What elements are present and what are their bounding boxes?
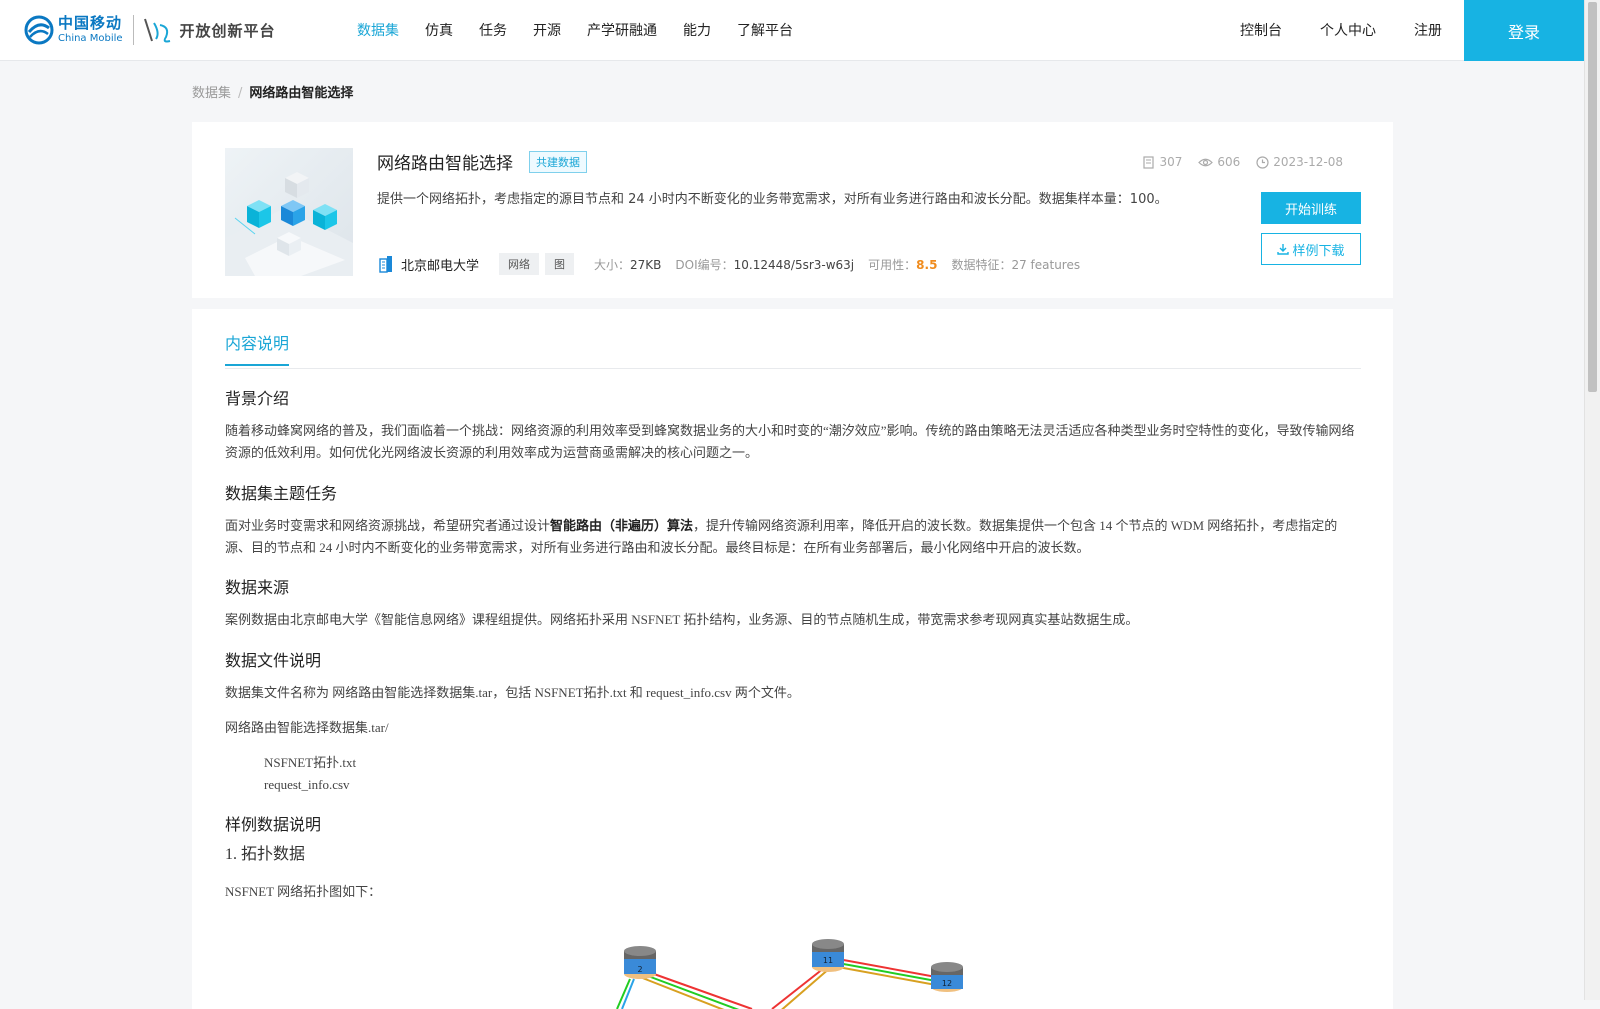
dataset-stats: 307 606 2023-12-08 <box>1127 155 1343 169</box>
top-header: 中国移动 China Mobile 开放创新平台 数据集 仿真 任务 开源 产学… <box>0 0 1584 61</box>
brand-cn: 中国移动 <box>58 14 123 32</box>
dataset-description: 提供一个网络拓扑，考虑指定的源目节点和 24 小时内不断变化的业务带宽需求，对所… <box>377 192 1168 207</box>
dataset-info-row: 北京邮电大学 网络 图 大小：27KB DOI编号：10.12448/5sr3-… <box>377 253 1080 275</box>
scrollbar-thumb[interactable] <box>1588 2 1597 392</box>
nav-about[interactable]: 了解平台 <box>737 20 793 40</box>
site-logo[interactable]: 中国移动 China Mobile 开放创新平台 <box>24 13 276 47</box>
sample-download-button[interactable]: 样例下载 <box>1261 233 1361 265</box>
features-info: 数据特征：27 features <box>951 256 1080 273</box>
section-heading-files: 数据文件说明 <box>225 651 322 670</box>
clock-icon <box>1256 155 1269 169</box>
tag-chip-network[interactable]: 网络 <box>499 253 540 275</box>
doi-label: DOI编号： <box>675 257 734 272</box>
nav-tasks[interactable]: 任务 <box>479 20 507 40</box>
nav-industry[interactable]: 产学研融通 <box>587 20 657 40</box>
link-lines <box>616 956 948 1009</box>
breadcrumb-current: 网络路由智能选择 <box>249 86 354 101</box>
logo-divider <box>132 15 134 45</box>
china-mobile-logo-icon <box>24 15 54 45</box>
paragraph-files: 数据集文件名称为 网络路由智能选择数据集.tar，包括 NSFNET拓扑.txt… <box>225 685 800 700</box>
content-tabbar: 内容说明 <box>225 309 1361 369</box>
content-panel: 内容说明 背景介绍 随着移动蜂窝网络的普及，我们面临着一个挑战：网络资源的利用效… <box>192 309 1393 1009</box>
usability-info: 可用性：8.5 <box>868 256 937 273</box>
organization[interactable]: 北京邮电大学 <box>377 255 479 274</box>
breadcrumb: 数据集 / 网络路由智能选择 <box>192 82 353 101</box>
update-date: 2023-12-08 <box>1273 155 1343 169</box>
date-stat: 2023-12-08 <box>1256 155 1343 169</box>
organization-name: 北京邮电大学 <box>401 258 480 274</box>
start-training-button[interactable]: 开始训练 <box>1261 192 1361 224</box>
paragraph-background: 随着移动蜂窝网络的普及，我们面临着一个挑战：网络资源的利用效率受到蜂窝数据业务的… <box>225 423 1355 460</box>
paragraph-task: 面对业务时变需求和网络资源挑战，希望研究者通过设计智能路由（非遍历）算法，提升传… <box>225 515 1361 559</box>
node-label-12: 12 <box>942 979 952 988</box>
size-info: 大小：27KB <box>594 256 661 273</box>
paragraph-task-bold: 智能路由（非遍历）算法 <box>550 518 694 533</box>
doi-info: DOI编号：10.12448/5sr3-w63j <box>675 256 854 273</box>
login-button[interactable]: 登录 <box>1464 0 1584 61</box>
breadcrumb-separator: / <box>238 86 243 101</box>
sample-download-label: 样例下载 <box>1292 243 1345 259</box>
nav-datasets[interactable]: 数据集 <box>357 20 399 40</box>
section-heading-background: 背景介绍 <box>225 389 290 408</box>
file-item-topology: NSFNET拓扑.txt <box>264 755 357 770</box>
main-nav: 数据集 仿真 任务 开源 产学研融通 能力 了解平台 <box>357 0 819 60</box>
dataset-card: 网络路由智能选择 共建数据 307 606 2023-12-08 提供一个网络拓… <box>192 122 1393 298</box>
brand-en: China Mobile <box>58 33 123 44</box>
console-link[interactable]: 控制台 <box>1240 20 1282 40</box>
section-heading-source: 数据来源 <box>225 578 290 597</box>
node-label-2: 2 <box>637 965 642 974</box>
views-count: 606 <box>1217 155 1241 169</box>
nav-opensource[interactable]: 开源 <box>533 20 561 40</box>
nav-simulation[interactable]: 仿真 <box>425 20 453 40</box>
section-heading-task: 数据集主题任务 <box>225 484 338 503</box>
subheading-topology: 1. 拓扑数据 <box>225 846 306 863</box>
profile-link[interactable]: 个人中心 <box>1320 20 1376 40</box>
user-nav: 控制台 个人中心 注册 <box>1240 0 1480 60</box>
tag-chip-graph[interactable]: 图 <box>545 253 575 275</box>
node-2: 2 <box>624 946 656 979</box>
nsfnet-topology-figure: 2 11 12 <box>616 939 963 1009</box>
platform-name: 开放创新平台 <box>179 21 276 40</box>
size-value: 27KB <box>630 257 662 272</box>
nav-capability[interactable]: 能力 <box>683 20 711 40</box>
file-item-requests: request_info.csv <box>264 777 350 792</box>
downloads-count: 307 <box>1159 155 1183 169</box>
usability-value: 8.5 <box>916 257 938 272</box>
tab-content-description[interactable]: 内容说明 <box>225 330 290 366</box>
building-icon <box>379 256 392 273</box>
node-11: 11 <box>812 939 844 972</box>
cubes-illustration-icon <box>225 172 353 276</box>
section-heading-sample: 样例数据说明 <box>225 815 322 834</box>
breadcrumb-datasets[interactable]: 数据集 <box>192 86 231 101</box>
download-icon <box>1277 244 1290 255</box>
size-label: 大小： <box>594 257 631 272</box>
dataset-thumbnail <box>225 148 353 276</box>
doi-value[interactable]: 10.12448/5sr3-w63j <box>734 258 855 272</box>
page-scrollbar[interactable] <box>1584 0 1600 1000</box>
features-value: 27 features <box>1011 257 1081 272</box>
features-label: 数据特征： <box>951 257 1012 272</box>
document-icon <box>1143 155 1155 169</box>
dataset-title: 网络路由智能选择 <box>377 154 513 174</box>
paragraph-topology: NSFNET 网络拓扑图如下： <box>225 884 382 899</box>
usability-label: 可用性： <box>868 257 917 272</box>
dataset-tag-badge: 共建数据 <box>529 151 587 173</box>
platform-logo-icon <box>143 18 170 43</box>
register-link[interactable]: 注册 <box>1414 20 1442 40</box>
node-12: 12 <box>931 962 963 992</box>
views-stat: 606 <box>1198 155 1240 169</box>
paragraph-source: 案例数据由北京邮电大学《智能信息网络》课程组提供。网络拓扑采用 NSFNET 拓… <box>225 612 1139 627</box>
node-label-11: 11 <box>823 956 833 965</box>
paragraph-task-part-a: 面对业务时变需求和网络资源挑战，希望研究者通过设计 <box>225 518 551 533</box>
eye-icon <box>1198 158 1214 166</box>
downloads-stat: 307 <box>1143 155 1182 169</box>
folder-path: 网络路由智能选择数据集.tar/ <box>225 720 389 735</box>
